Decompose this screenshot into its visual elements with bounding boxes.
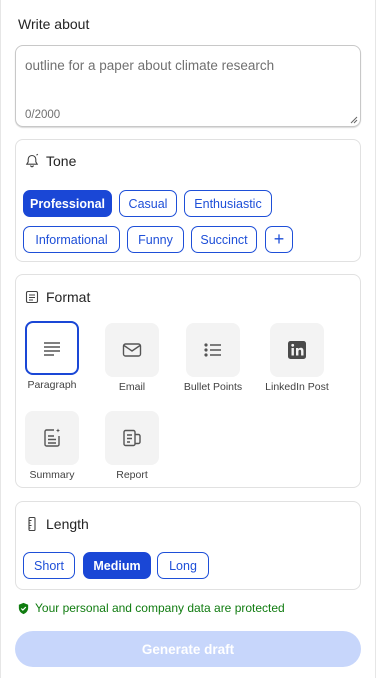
write-about-placeholder: outline for a paper about climate resear… [25, 58, 275, 73]
write-about-input[interactable]: outline for a paper about climate resear… [15, 45, 361, 127]
format-option-paragraph[interactable]: Paragraph [12, 321, 92, 391]
length-chip-short[interactable]: Short [23, 552, 75, 579]
tone-chip-informational[interactable]: Informational [23, 226, 120, 253]
write-about-title: Write about [18, 16, 90, 32]
privacy-notice-text: Your personal and company data are prote… [35, 601, 285, 615]
tone-chip-casual[interactable]: Casual [119, 190, 177, 217]
bell-icon [25, 153, 39, 168]
format-label-paragraph: Paragraph [27, 379, 77, 391]
length-title: Length [46, 516, 89, 532]
report-icon [123, 429, 141, 447]
copilot-panel: Write about outline for a paper about cl… [0, 0, 376, 678]
character-counter: 0/2000 [25, 109, 61, 121]
format-option-email[interactable]: Email [92, 323, 172, 393]
tone-title: Tone [46, 153, 77, 169]
tone-chip-funny[interactable]: Funny [127, 226, 184, 253]
generate-draft-button[interactable]: Generate draft [15, 631, 361, 667]
format-label-email: Email [118, 381, 146, 393]
tone-card: Tone Professional Casual Enthusiastic In… [15, 139, 361, 262]
format-label-bullet-points: Bullet Points [183, 381, 243, 393]
shield-check-icon [18, 602, 29, 614]
length-header: Length [24, 516, 89, 532]
tone-chip-professional[interactable]: Professional [23, 190, 112, 217]
format-option-linkedin-post[interactable]: LinkedIn Post [257, 323, 337, 393]
format-label-report: Report [116, 469, 148, 481]
format-card: Format Paragraph Email Bullet Points Lin… [15, 274, 361, 488]
format-option-summary[interactable]: Summary [12, 411, 92, 481]
paragraph-icon [44, 342, 60, 356]
format-title: Format [46, 289, 91, 305]
length-card: Length Short Medium Long [15, 501, 361, 590]
format-option-report[interactable]: Report [92, 411, 172, 481]
format-label-summary: Summary [29, 469, 75, 481]
summary-icon [44, 428, 60, 447]
format-option-bullet-points[interactable]: Bullet Points [173, 323, 253, 393]
privacy-notice: Your personal and company data are prote… [17, 601, 285, 615]
format-icon [25, 290, 39, 304]
linkedin-icon [288, 341, 306, 359]
length-chip-medium[interactable]: Medium [83, 552, 151, 579]
format-header: Format [24, 289, 90, 305]
resize-grip-icon[interactable] [350, 116, 358, 124]
tone-chip-enthusiastic[interactable]: Enthusiastic [184, 190, 272, 217]
email-icon [122, 343, 142, 357]
add-tone-button[interactable]: + [265, 226, 293, 253]
tone-header: Tone [24, 153, 76, 169]
tone-chip-succinct[interactable]: Succinct [191, 226, 257, 253]
bullet-list-icon [204, 343, 221, 357]
format-label-linkedin-post: LinkedIn Post [265, 381, 329, 393]
length-chip-long[interactable]: Long [157, 552, 209, 579]
ruler-icon [28, 516, 36, 532]
